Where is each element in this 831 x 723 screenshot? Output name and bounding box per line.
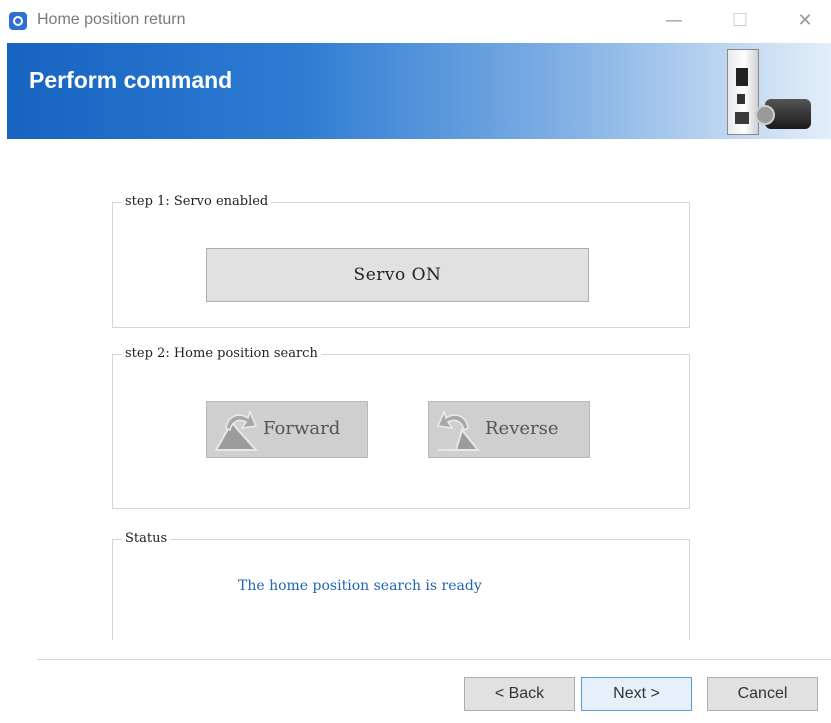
maximize-button[interactable]: ☐ bbox=[722, 6, 758, 36]
reverse-label: Reverse bbox=[485, 418, 559, 439]
servo-motor-image bbox=[755, 99, 811, 129]
forward-label: Forward bbox=[263, 418, 341, 439]
close-button[interactable]: ✕ bbox=[787, 6, 823, 36]
servo-on-button[interactable]: Servo ON bbox=[206, 248, 589, 302]
step1-group: step 1: Servo enabled Servo ON bbox=[112, 194, 690, 328]
cancel-button[interactable]: Cancel bbox=[707, 677, 818, 711]
forward-button[interactable]: Forward bbox=[206, 401, 368, 458]
reverse-arrow-icon bbox=[436, 409, 481, 451]
footer-divider bbox=[37, 659, 831, 660]
status-legend: Status bbox=[122, 531, 171, 546]
status-message: The home position search is ready bbox=[238, 578, 482, 594]
title-bar: Home position return — ☐ ✕ bbox=[0, 0, 831, 42]
header-banner: Perform command bbox=[7, 43, 831, 139]
minimize-button[interactable]: — bbox=[656, 6, 692, 36]
window-title: Home position return bbox=[37, 11, 186, 28]
step2-group: step 2: Home position search Forward Rev… bbox=[112, 346, 690, 509]
app-icon bbox=[9, 12, 27, 30]
step1-legend: step 1: Servo enabled bbox=[122, 194, 272, 209]
next-button[interactable]: Next > bbox=[581, 677, 692, 711]
page-title: Perform command bbox=[29, 67, 233, 93]
reverse-button[interactable]: Reverse bbox=[428, 401, 590, 458]
status-group: Status The home position search is ready bbox=[112, 531, 690, 640]
back-button[interactable]: < Back bbox=[464, 677, 575, 711]
servo-drive-image bbox=[727, 49, 759, 135]
step2-legend: step 2: Home position search bbox=[122, 346, 321, 361]
forward-arrow-icon bbox=[214, 409, 259, 451]
